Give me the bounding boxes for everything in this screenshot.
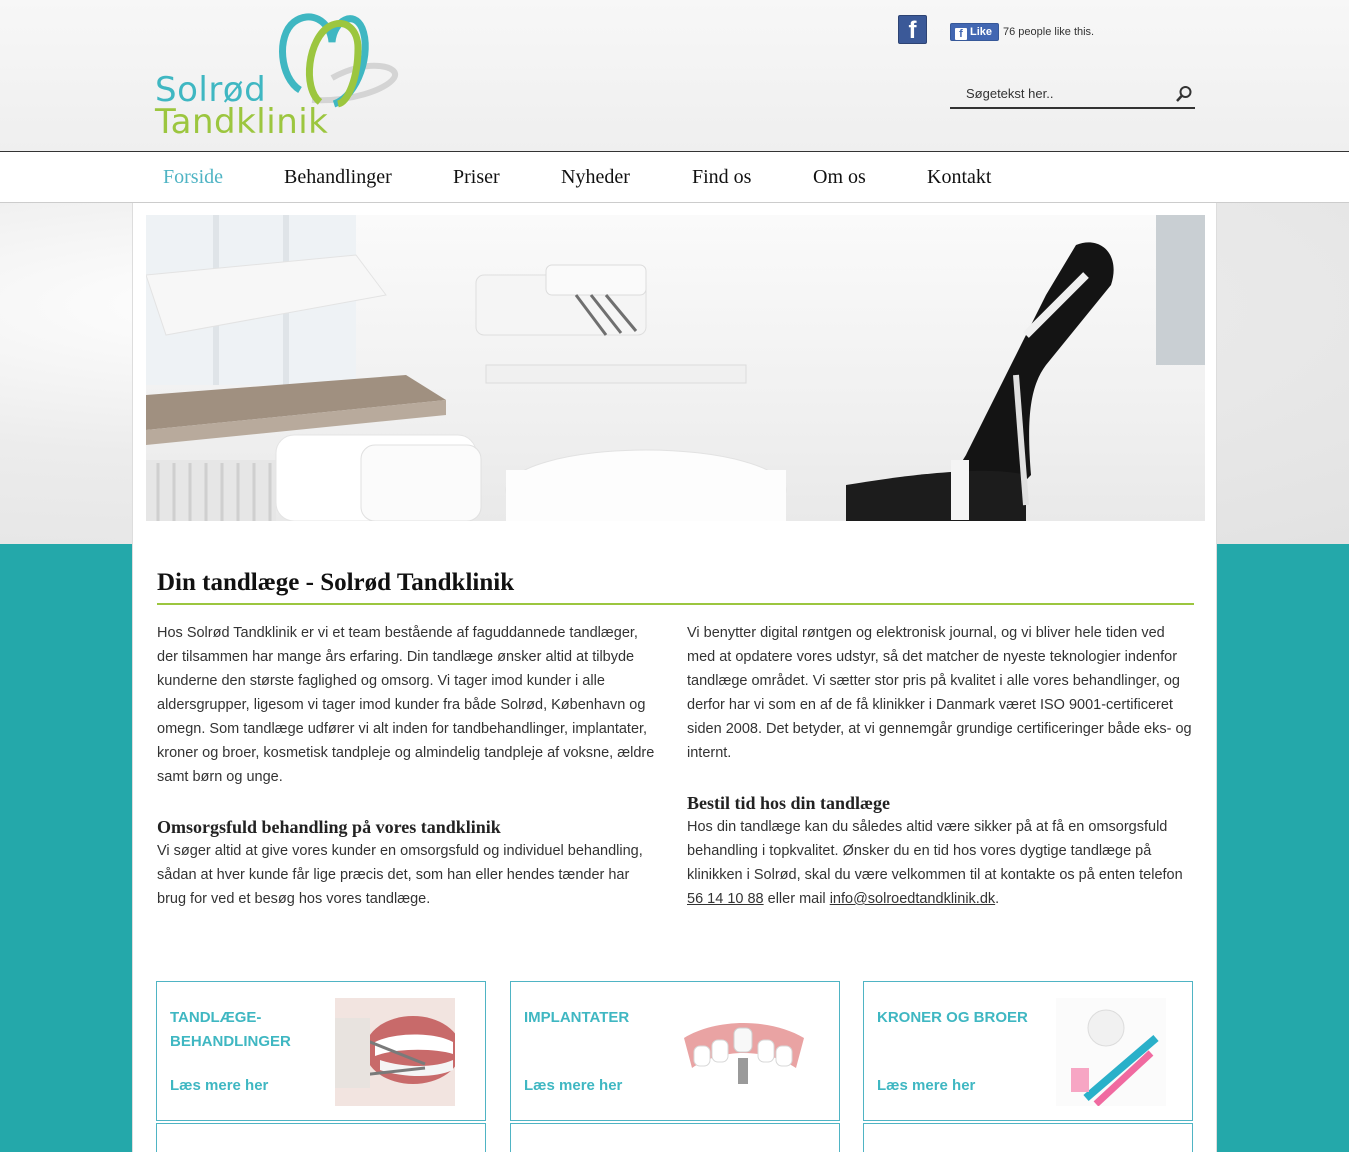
site-logo[interactable]: Solrød Tandklinik [152, 8, 402, 142]
content-column-right: Vi benytter digital røntgen og elektroni… [687, 621, 1192, 911]
smile-dental-tool-image [335, 998, 455, 1106]
service-title: Implantater [524, 1009, 630, 1026]
service-title: Kroner og broer [877, 1009, 1028, 1026]
facebook-f-icon: f [955, 28, 967, 40]
read-more-link[interactable]: Læs mere her [524, 1077, 622, 1094]
search-box [950, 80, 1195, 109]
service-box-implantater[interactable]: Implantater Læs mere her [510, 981, 840, 1121]
technology-paragraph: Vi benytter digital røntgen og elektroni… [687, 625, 1192, 761]
nav-item-priser[interactable]: Priser [453, 166, 500, 189]
like-label: Like [970, 26, 993, 38]
hero-image [146, 215, 1205, 521]
nav-item-behandlinger[interactable]: Behandlinger [284, 166, 392, 189]
content-column-left: Hos Solrød Tandklinik er vi et team best… [157, 621, 657, 911]
read-more-link[interactable]: Læs mere her [877, 1077, 975, 1094]
section-heading-care: Omsorgsfuld behandling på vores tandklin… [157, 817, 501, 837]
page-title: Din tandlæge - Solrød Tandklinik [157, 569, 1194, 605]
main-navigation: Forside Behandlinger Priser Nyheder Find… [0, 151, 1349, 203]
implant-image [676, 998, 811, 1106]
email-link[interactable]: info@solroedtandklinik.dk [830, 891, 995, 907]
booking-paragraph: Hos din tandlæge kan du således altid væ… [687, 815, 1192, 911]
service-box-row2-2[interactable] [510, 1123, 840, 1152]
care-paragraph: Vi søger altid at give vores kunder en o… [157, 843, 643, 907]
read-more-link[interactable]: Læs mere her [170, 1077, 268, 1094]
nav-item-find-os[interactable]: Find os [692, 166, 751, 189]
like-count: 76 people like this. [1003, 26, 1095, 38]
service-box-row2-1[interactable] [156, 1123, 486, 1152]
intro-paragraph: Hos Solrød Tandklinik er vi et team best… [157, 625, 655, 785]
search-icon[interactable] [1175, 85, 1193, 103]
service-box-kroner-og-broer[interactable]: Kroner og broer Læs mere her [863, 981, 1193, 1121]
toothbrush-image [1056, 998, 1166, 1106]
logo-text-tandklinik: Tandklinik [155, 102, 329, 142]
sentence-end: . [995, 891, 1000, 907]
booking-text: Hos din tandlæge kan du således altid væ… [687, 819, 1183, 883]
facebook-icon[interactable]: f [898, 15, 927, 44]
service-box-row2-3[interactable] [863, 1123, 1193, 1152]
phone-link[interactable]: 56 14 10 88 [687, 891, 764, 907]
nav-item-om-os[interactable]: Om os [813, 166, 866, 189]
dental-clinic-photo [146, 215, 1205, 521]
nav-item-forside[interactable]: Forside [163, 166, 223, 189]
nav-item-nyheder[interactable]: Nyheder [561, 166, 630, 189]
section-heading-booking: Bestil tid hos din tandlæge [687, 793, 891, 813]
service-box-tandlaege[interactable]: Tandlæge-behandlinger Læs mere her [156, 981, 486, 1121]
service-title: Tandlæge-behandlinger [170, 1009, 291, 1050]
main-content: Din tandlæge - Solrød Tandklinik Hos Sol… [132, 203, 1217, 1152]
facebook-like-button[interactable]: f Like [950, 23, 999, 41]
search-input[interactable] [950, 80, 1170, 107]
or-mail-text: eller mail [767, 891, 826, 907]
nav-item-kontakt[interactable]: Kontakt [927, 166, 991, 189]
